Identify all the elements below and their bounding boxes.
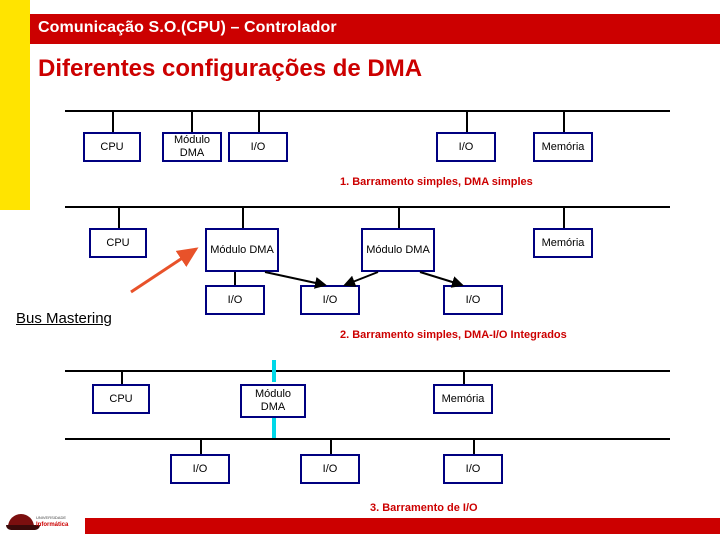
diagram1-bus-line [65,110,670,112]
diagram1-box-modulo-dma: Módulo DMA [162,132,222,162]
diagram3-box-memoria: Memória [433,384,493,414]
diagram3-stub-memoria [463,370,465,384]
diagram3-stub-dma-top [272,360,276,382]
diagram3-bus-line-top [65,370,670,372]
diagram2-box-modulo-dma-1: Módulo DMA [205,228,279,272]
slide-root: Comunicação S.O.(CPU) – Controlador Dife… [0,0,720,540]
diagram2-box-cpu: CPU [89,228,147,258]
diagram1-caption: 1. Barramento simples, DMA simples [340,176,533,188]
diagram1-box-io-1: I/O [228,132,288,162]
diagram3-stub-cpu [121,370,123,384]
diagram1-stub-memoria [563,110,565,132]
diagram2-stub-dma2 [398,206,400,228]
diagram2-box-modulo-dma-2: Módulo DMA [361,228,435,272]
diagram1-stub-dma [191,110,193,132]
diagram3-box-io-1: I/O [170,454,230,484]
diagram3-box-cpu: CPU [92,384,150,414]
diagram2-stub-dma1 [242,206,244,228]
diagram2-box-io-2: I/O [300,285,360,315]
diagram1-stub-cpu [112,110,114,132]
page-subtitle: Diferentes configurações de DMA [38,55,423,82]
diagram2-bus-line [65,206,670,208]
diagram3-box-io-3: I/O [443,454,503,484]
diagram2-stub-memoria [563,206,565,228]
diagram2-stub-cpu [118,206,120,228]
bus-mastering-label: Bus Mastering [16,310,112,327]
logo-line2: Informática [36,522,69,528]
diagram3-box-io-2: I/O [300,454,360,484]
diagram3-bus-line-bottom [65,438,670,440]
logo-line1: UNIVERSIDADE [36,515,67,520]
diagram1-stub-io1 [258,110,260,132]
logo-brim-shape [6,525,40,530]
diagram3-stub-io1 [200,438,202,454]
diagram1-box-memoria: Memória [533,132,593,162]
diagram3-stub-dma-bottom [272,418,276,438]
left-yellow-band [0,0,30,210]
diagram3-caption: 3. Barramento de I/O [370,502,478,514]
diagram1-box-io-2: I/O [436,132,496,162]
diagram1-box-cpu: CPU [83,132,141,162]
footer-red-bar [85,518,720,534]
diagram3-stub-io2 [330,438,332,454]
institution-logo: UNIVERSIDADE Informática [6,504,82,538]
diagram3-stub-io3 [473,438,475,454]
diagram2-box-io-1: I/O [205,285,265,315]
diagram2-box-io-3: I/O [443,285,503,315]
diagram2-caption: 2. Barramento simples, DMA-I/O Integrado… [340,329,567,341]
diagram2-box-memoria: Memória [533,228,593,258]
page-title: Comunicação S.O.(CPU) – Controlador [38,19,337,36]
diagram1-stub-io2 [466,110,468,132]
diagram3-box-modulo-dma: Módulo DMA [240,384,306,418]
